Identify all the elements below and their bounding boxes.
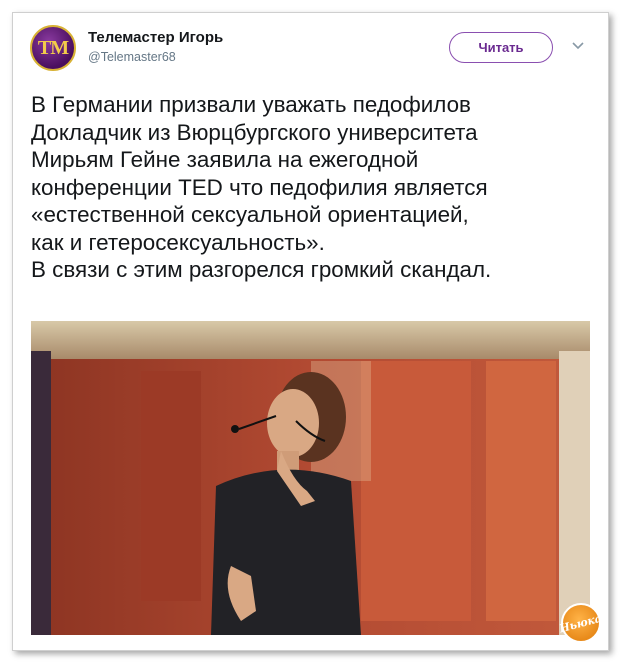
author-name[interactable]: Телемастер Игорь (88, 29, 223, 46)
tweet-text-line: Докладчик из Вюрцбургского университета (31, 119, 478, 145)
tweet-card: TM Телемастер Игорь @Telemaster68 Читать… (12, 12, 609, 651)
speaker-photo (31, 321, 590, 635)
tweet-text-line: «естественной сексуальной ориентацией, (31, 202, 469, 227)
newsite-logo: Ньюка (558, 603, 604, 643)
tweet-text-line: В связи с этим разгорелся громкий сканда… (31, 257, 492, 282)
avatar[interactable]: TM (30, 25, 76, 71)
chevron-down-icon[interactable] (571, 41, 585, 51)
follow-button[interactable]: Читать (449, 32, 553, 63)
tweet-text-line: как и гетеросексуальность». (31, 229, 325, 255)
tweet-text-line: конференции TED что педофилия является (31, 174, 488, 200)
tweet-text-line: Мирьям Гейне заявила на ежегодной (31, 147, 419, 172)
tweet-text: В Германии призвали уважать педофилов До… (31, 91, 601, 284)
logo-text: Ньюка (558, 611, 604, 635)
tweet-photo[interactable] (31, 321, 590, 635)
avatar-monogram: TM (37, 36, 69, 59)
tweet-text-line: В Германии призвали уважать педофилов (31, 92, 471, 117)
author-handle[interactable]: @Telemaster68 (88, 50, 176, 64)
